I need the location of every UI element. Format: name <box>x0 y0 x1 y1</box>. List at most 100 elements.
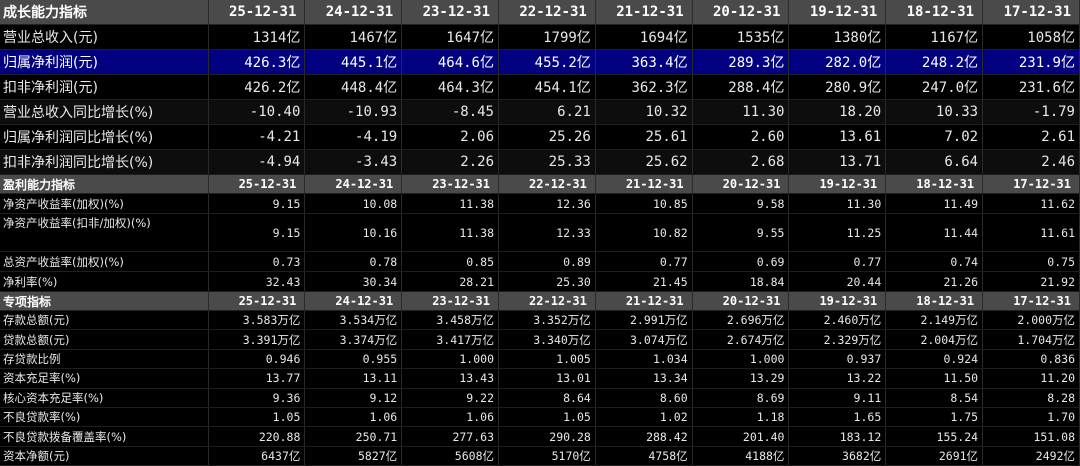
value-cell: 2.61 <box>982 124 1080 150</box>
value-cell: 10.85 <box>595 193 693 214</box>
value-cell: 28.21 <box>401 271 499 292</box>
table-row[interactable]: 归属净利润同比增长(%) -4.21 -4.19 2.06 25.26 25.61 2.60… <box>0 124 1080 150</box>
date-header[interactable]: 22-12-31 <box>498 0 596 25</box>
row-label: 不良贷款率(%) <box>0 407 209 428</box>
date-header[interactable]: 21-12-31 <box>595 292 693 311</box>
value-cell: 247.0亿 <box>885 74 984 100</box>
date-header[interactable]: 18-12-31 <box>885 0 984 25</box>
value-cell: 155.24 <box>885 426 984 447</box>
table-row[interactable]: 资本净额(元) 6437亿 5827亿 5608亿 5170亿 4758亿 4188亿 368… <box>0 446 1080 466</box>
row-label: 贷款总额(元) <box>0 329 209 350</box>
value-cell: 1.02 <box>595 407 693 428</box>
value-cell: 9.15 <box>208 213 306 252</box>
row-label: 扣非净利润同比增长(%) <box>0 149 209 175</box>
value-cell: 13.29 <box>692 368 790 389</box>
table-row[interactable]: 营业总收入(元) 1314亿 1467亿 1647亿 1799亿 1694亿 1535亿 13… <box>0 24 1080 50</box>
row-label: 归属净利润(元) <box>0 49 209 75</box>
value-cell: 21.45 <box>595 271 693 292</box>
row-label: 不良贷款拨备覆盖率(%) <box>0 426 209 447</box>
date-header[interactable]: 24-12-31 <box>304 0 403 25</box>
date-header[interactable]: 19-12-31 <box>788 0 887 25</box>
table-row[interactable]: 贷款总额(元) 3.391万亿 3.374万亿 3.417万亿 3.340万亿 3.074… <box>0 329 1080 350</box>
value-cell: 1.05 <box>498 407 596 428</box>
value-cell: 11.25 <box>788 213 887 252</box>
date-header[interactable]: 25-12-31 <box>208 292 306 311</box>
value-cell: 25.33 <box>498 149 596 175</box>
table-row[interactable]: 净利率(%) 32.43 30.34 28.21 25.30 21.45 18.84 20.4… <box>0 271 1080 292</box>
table-row[interactable]: 存贷款比例 0.946 0.955 1.000 1.005 1.034 1.000 0.937… <box>0 349 1080 370</box>
value-cell: 1.05 <box>208 407 306 428</box>
value-cell: -1.79 <box>982 99 1080 125</box>
date-header[interactable]: 23-12-31 <box>401 0 499 25</box>
date-header[interactable]: 22-12-31 <box>498 175 596 194</box>
value-cell: 277.63 <box>401 426 499 447</box>
value-cell: 10.32 <box>595 99 693 125</box>
section-header-row: 成长能力指标 25-12-31 24-12-31 23-12-31 22-12-31 21… <box>0 0 1080 25</box>
date-header[interactable]: 21-12-31 <box>595 0 693 25</box>
table-row[interactable]: 核心资本充足率(%) 9.36 9.12 9.22 8.64 8.60 8.69 9.11 8.… <box>0 388 1080 408</box>
value-cell: 8.54 <box>885 388 984 408</box>
table-row[interactable]: 不良贷款率(%) 1.05 1.06 1.06 1.05 1.02 1.18 1.65 1.75… <box>0 407 1080 428</box>
date-header[interactable]: 22-12-31 <box>498 292 596 311</box>
value-cell: 231.9亿 <box>982 49 1080 75</box>
value-cell: 362.3亿 <box>595 74 693 100</box>
value-cell: 0.75 <box>982 251 1080 272</box>
table-row[interactable]: 资本充足率(%) 13.77 13.11 13.43 13.01 13.34 13.29 13… <box>0 368 1080 389</box>
table-row[interactable]: 营业总收入同比增长(%) -10.40 -10.93 -8.45 6.21 10.32 11… <box>0 99 1080 125</box>
value-cell: 250.71 <box>304 426 403 447</box>
value-cell: 0.74 <box>885 251 984 272</box>
date-header[interactable]: 20-12-31 <box>692 175 790 194</box>
date-header[interactable]: 25-12-31 <box>208 175 306 194</box>
date-header[interactable]: 25-12-31 <box>208 0 306 25</box>
row-label: 总资产收益率(加权)(%) <box>0 251 209 272</box>
date-header[interactable]: 20-12-31 <box>692 292 790 311</box>
value-cell: 3.374万亿 <box>304 329 403 350</box>
row-label: 净资产收益率(扣非/加权)(%) <box>0 213 209 252</box>
value-cell: 2.329万亿 <box>788 329 887 350</box>
value-cell: 3.352万亿 <box>498 310 596 331</box>
table-row[interactable]: 存款总额(元) 3.583万亿 3.534万亿 3.458万亿 3.352万亿 2.991… <box>0 310 1080 331</box>
value-cell: 280.9亿 <box>788 74 887 100</box>
table-row[interactable]: 扣非净利润同比增长(%) -4.94 -3.43 2.26 25.33 25.62 2.68… <box>0 149 1080 175</box>
date-header[interactable]: 23-12-31 <box>401 175 499 194</box>
date-header[interactable]: 24-12-31 <box>304 175 403 194</box>
value-cell: 151.08 <box>982 426 1080 447</box>
date-header[interactable]: 20-12-31 <box>692 0 790 25</box>
date-header[interactable]: 21-12-31 <box>595 175 693 194</box>
value-cell: 9.55 <box>692 213 790 252</box>
table-row[interactable]: 扣非净利润(元) 426.2亿 448.4亿 464.3亿 454.1亿 362.3亿 28… <box>0 74 1080 100</box>
date-header[interactable]: 17-12-31 <box>982 175 1080 194</box>
row-label: 扣非净利润(元) <box>0 74 209 100</box>
date-header[interactable]: 19-12-31 <box>788 292 887 311</box>
value-cell: 2.460万亿 <box>788 310 887 331</box>
table-row-selected[interactable]: 归属净利润(元) 426.3亿 445.1亿 464.6亿 455.2亿 363.4亿 28… <box>0 49 1080 75</box>
date-header[interactable]: 17-12-31 <box>982 292 1080 311</box>
date-header[interactable]: 17-12-31 <box>982 0 1080 25</box>
date-header[interactable]: 18-12-31 <box>885 292 984 311</box>
financial-indicator-grid: 成长能力指标 25-12-31 24-12-31 23-12-31 22-12-31 21… <box>0 0 1080 466</box>
value-cell: 231.6亿 <box>982 74 1080 100</box>
date-header[interactable]: 18-12-31 <box>885 175 984 194</box>
value-cell: 1.005 <box>498 349 596 370</box>
table-row[interactable]: 不良贷款拨备覆盖率(%) 220.88 250.71 277.63 290.28 288.… <box>0 426 1080 447</box>
section-header-row: 盈利能力指标 25-12-31 24-12-31 23-12-31 22-12-31 21… <box>0 175 1080 194</box>
value-cell: 426.2亿 <box>208 74 306 100</box>
value-cell: 18.84 <box>692 271 790 292</box>
table-row[interactable]: 总资产收益率(加权)(%) 0.73 0.78 0.85 0.89 0.77 0.69 0.7… <box>0 251 1080 272</box>
value-cell: 2.60 <box>692 124 790 150</box>
date-header[interactable]: 24-12-31 <box>304 292 403 311</box>
date-header[interactable]: 23-12-31 <box>401 292 499 311</box>
table-row[interactable]: 净资产收益率(加权)(%) 9.15 10.08 11.38 12.36 10.85 9.5… <box>0 193 1080 214</box>
value-cell: 1535亿 <box>692 24 790 50</box>
table-row[interactable]: 净资产收益率(扣非/加权)(%) 9.15 10.16 11.38 12.33 10.82… <box>0 213 1080 252</box>
value-cell: 455.2亿 <box>498 49 596 75</box>
value-cell: 25.62 <box>595 149 693 175</box>
value-cell: -4.94 <box>208 149 306 175</box>
value-cell: 8.64 <box>498 388 596 408</box>
row-label: 营业总收入同比增长(%) <box>0 99 209 125</box>
value-cell: 2.68 <box>692 149 790 175</box>
value-cell: 4758亿 <box>595 446 693 466</box>
value-cell: 9.11 <box>788 388 887 408</box>
value-cell: 6.21 <box>498 99 596 125</box>
date-header[interactable]: 19-12-31 <box>788 175 887 194</box>
